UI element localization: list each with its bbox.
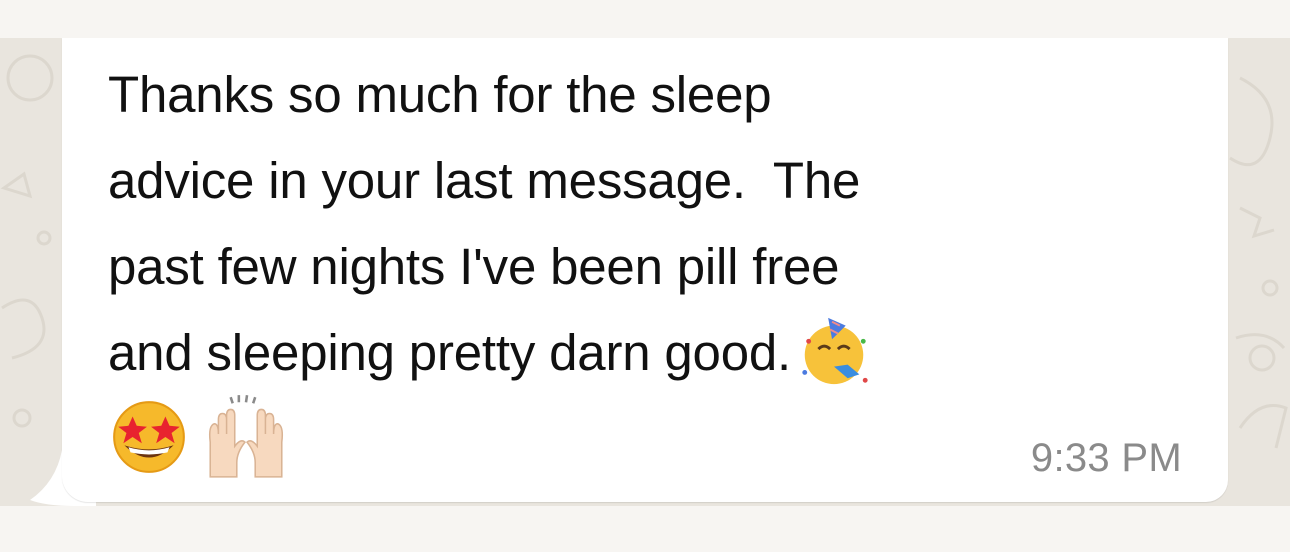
message-line: past few nights I've been pill free bbox=[108, 238, 840, 295]
raising-hands-emoji bbox=[208, 394, 284, 478]
message-line-text: and sleeping pretty darn good. bbox=[108, 324, 791, 381]
partying-face-emoji bbox=[802, 317, 868, 384]
emoji-row bbox=[108, 390, 292, 480]
message-line: advice in your last message. The bbox=[108, 152, 861, 209]
star-struck-emoji bbox=[113, 401, 185, 473]
message-timestamp: 9:33 PM bbox=[1030, 436, 1182, 480]
message-line-with-emoji: and sleeping pretty darn good. bbox=[108, 310, 1208, 396]
message-text: Thanks so much for the sleep advice in y… bbox=[108, 52, 1208, 396]
message-line: Thanks so much for the sleep bbox=[108, 66, 772, 123]
